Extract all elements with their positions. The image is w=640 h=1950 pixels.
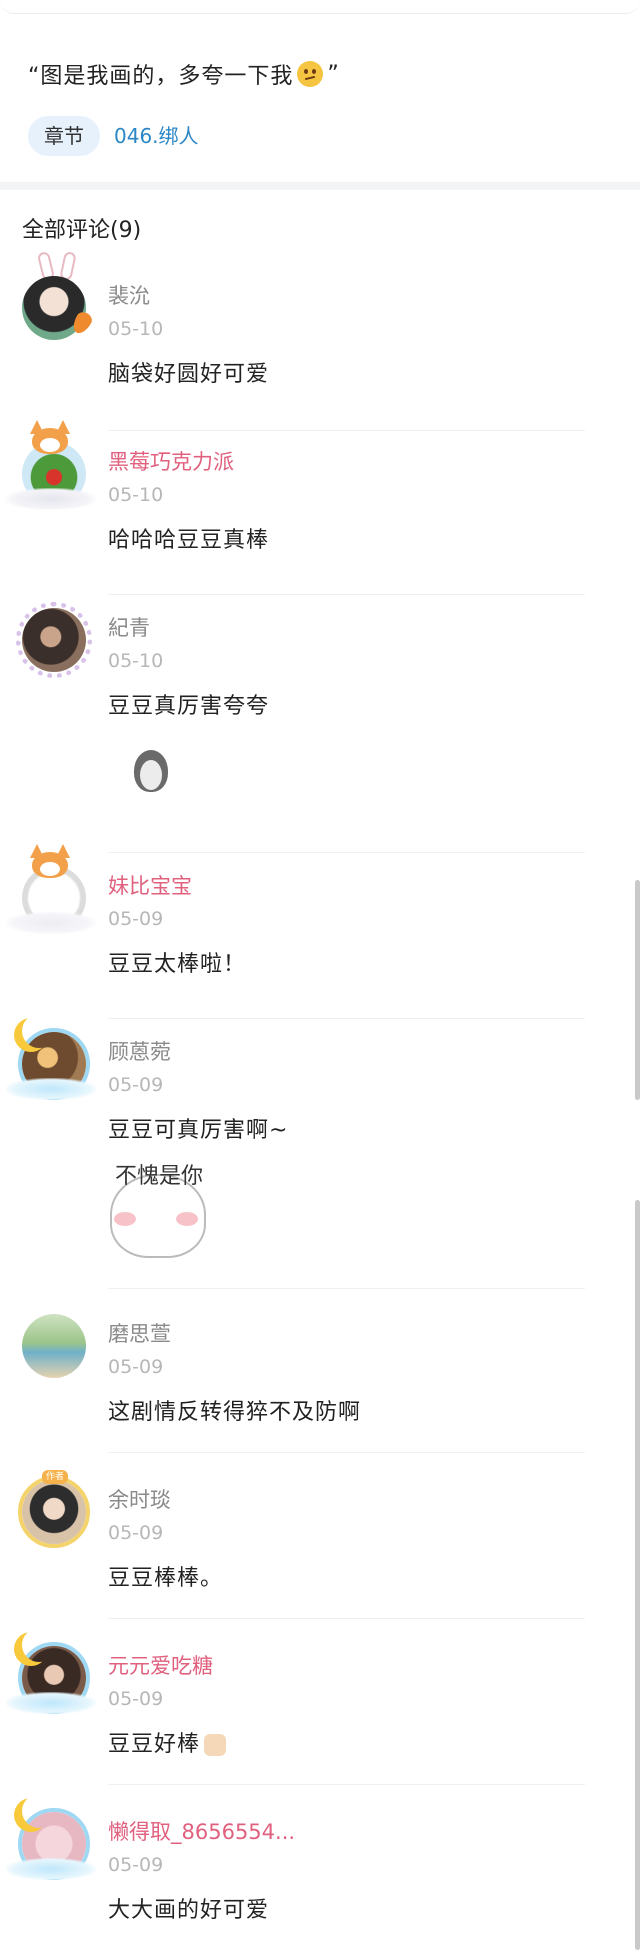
- avatar-image: [22, 608, 86, 672]
- scrollbar-track-segment[interactable]: [635, 1200, 640, 1950]
- comment-author[interactable]: 顾蒽菀: [108, 1036, 171, 1066]
- moon-icon: [22, 1794, 56, 1828]
- comment-text: 脑袋好圆好可爱: [108, 362, 270, 387]
- card-edge: [0, 0, 640, 14]
- penguin-sticker[interactable]: [128, 746, 174, 796]
- comment-date: 05-09: [108, 1356, 164, 1378]
- avatar[interactable]: [6, 420, 102, 518]
- comment-date: 05-09: [108, 1522, 164, 1544]
- comment-date: 05-09: [108, 908, 164, 930]
- comment-author[interactable]: 黑莓巧克力派: [108, 446, 234, 476]
- comments-header: 全部评论(9): [22, 218, 142, 243]
- divider: [108, 1452, 585, 1453]
- avatar[interactable]: [6, 1632, 102, 1722]
- comment-author[interactable]: 余时琰: [108, 1484, 171, 1514]
- comment-author[interactable]: 妹比宝宝: [108, 870, 192, 900]
- divider: [108, 1288, 585, 1289]
- comment-author[interactable]: 懒得取_8656554...: [108, 1816, 295, 1846]
- section-divider: [0, 182, 640, 190]
- quote-end: ”: [327, 61, 340, 87]
- comment-text: 豆豆棒棒。: [108, 1566, 224, 1591]
- cloud-decoration: [6, 488, 96, 510]
- comment-author[interactable]: 裴沇: [108, 280, 150, 310]
- avatar-image: [22, 1480, 86, 1544]
- comment-text: 哈哈哈豆豆真棒: [108, 528, 270, 553]
- scrollbar-thumb[interactable]: [635, 880, 640, 1100]
- cloud-decoration: [6, 1858, 96, 1880]
- avatar[interactable]: [12, 250, 102, 352]
- avatar[interactable]: [12, 594, 102, 684]
- post-card: “图是我画的，多夸一下我 ” 章节 046.绑人: [0, 0, 640, 180]
- avatar[interactable]: [6, 1018, 102, 1108]
- comment-date: 05-09: [108, 1854, 164, 1876]
- comment-text: 豆豆太棒啦！: [108, 952, 247, 977]
- avatar[interactable]: 作者: [12, 1466, 102, 1556]
- divider: [108, 594, 585, 595]
- confused-face-icon: [297, 61, 324, 87]
- comment-date: 05-09: [108, 1074, 164, 1096]
- divider: [108, 1018, 585, 1019]
- comment-text-content: 豆豆好棒: [108, 1732, 201, 1757]
- chapter-label-pill: 章节: [28, 116, 100, 156]
- cloud-decoration: [6, 1078, 96, 1100]
- comment-date: 05-10: [108, 318, 164, 340]
- divider: [108, 430, 585, 431]
- corgi-icon: [26, 844, 74, 878]
- comment-text: 豆豆可真厉害啊~: [108, 1118, 289, 1143]
- chapter-link[interactable]: 046.绑人: [114, 116, 199, 156]
- cloud-decoration: [6, 912, 96, 934]
- avatar-image: [22, 1314, 86, 1378]
- comment-date: 05-10: [108, 650, 164, 672]
- divider: [108, 852, 585, 853]
- sticker-caption: 不愧是你: [114, 1164, 203, 1189]
- avatar[interactable]: [6, 1798, 102, 1888]
- comment-author[interactable]: 磨思萱: [108, 1318, 171, 1348]
- corgi-icon: [26, 420, 74, 454]
- comment-date: 05-10: [108, 484, 164, 506]
- post-quote: “图是我画的，多夸一下我 ”: [28, 58, 340, 90]
- bun-sticker[interactable]: 不愧是你: [104, 1158, 214, 1268]
- quote-text: “图是我画的，多夸一下我: [28, 64, 294, 89]
- avatar[interactable]: [12, 1300, 102, 1390]
- comment-author[interactable]: 紀青: [108, 612, 150, 642]
- cloud-decoration: [6, 1692, 96, 1714]
- divider: [108, 1784, 585, 1785]
- moon-icon: [22, 1628, 56, 1662]
- thumbs-up-icon: [204, 1734, 227, 1756]
- author-badge: 作者: [42, 1470, 68, 1484]
- comment-date: 05-09: [108, 1688, 164, 1710]
- avatar[interactable]: [6, 844, 102, 942]
- moon-icon: [22, 1014, 56, 1048]
- comment-author[interactable]: 元元爱吃糖: [108, 1650, 213, 1680]
- comment-text: 大大画的好可爱: [108, 1898, 270, 1923]
- comment-text: 豆豆真厉害夸夸: [108, 694, 270, 719]
- comment-text: 豆豆好棒: [108, 1726, 227, 1758]
- comment-text: 这剧情反转得猝不及防啊: [108, 1400, 362, 1425]
- divider: [108, 1618, 585, 1619]
